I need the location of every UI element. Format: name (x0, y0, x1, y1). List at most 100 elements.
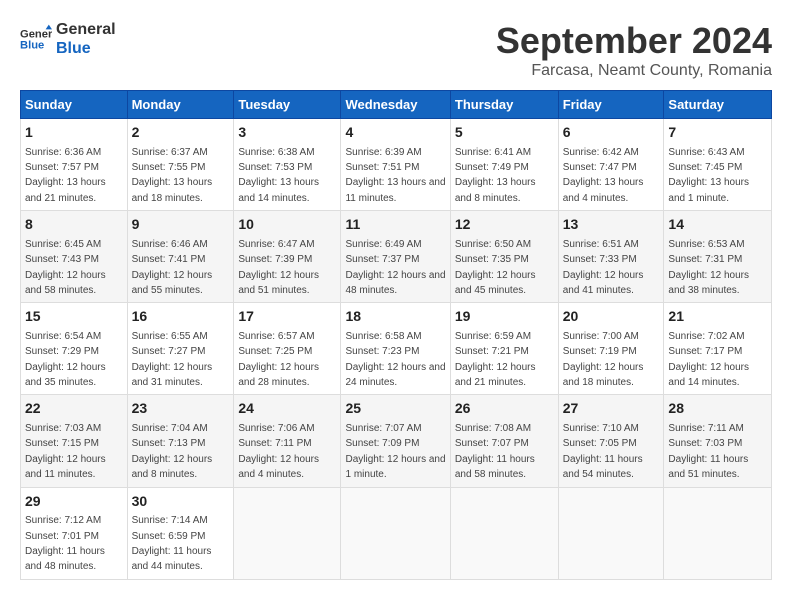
day-info: Sunrise: 6:49 AMSunset: 7:37 PMDaylight:… (345, 239, 445, 296)
calendar-cell: 21 Sunrise: 7:02 AMSunset: 7:17 PMDaylig… (664, 303, 772, 395)
day-number: 25 (345, 399, 445, 419)
calendar-cell: 15 Sunrise: 6:54 AMSunset: 7:29 PMDaylig… (21, 303, 128, 395)
day-info: Sunrise: 6:43 AMSunset: 7:45 PMDaylight:… (668, 147, 749, 204)
day-number: 11 (345, 215, 445, 235)
calendar-cell: 1 Sunrise: 6:36 AMSunset: 7:57 PMDayligh… (21, 119, 128, 211)
calendar-cell: 8 Sunrise: 6:45 AMSunset: 7:43 PMDayligh… (21, 211, 128, 303)
calendar-cell: 7 Sunrise: 6:43 AMSunset: 7:45 PMDayligh… (664, 119, 772, 211)
day-info: Sunrise: 6:47 AMSunset: 7:39 PMDaylight:… (238, 239, 319, 296)
calendar-cell: 11 Sunrise: 6:49 AMSunset: 7:37 PMDaylig… (341, 211, 450, 303)
calendar-cell: 16 Sunrise: 6:55 AMSunset: 7:27 PMDaylig… (127, 303, 234, 395)
calendar-header-saturday: Saturday (664, 91, 772, 119)
day-number: 22 (25, 399, 123, 419)
day-info: Sunrise: 7:04 AMSunset: 7:13 PMDaylight:… (132, 423, 213, 480)
calendar-cell: 12 Sunrise: 6:50 AMSunset: 7:35 PMDaylig… (450, 211, 558, 303)
day-number: 23 (132, 399, 230, 419)
calendar-cell: 10 Sunrise: 6:47 AMSunset: 7:39 PMDaylig… (234, 211, 341, 303)
day-info: Sunrise: 6:41 AMSunset: 7:49 PMDaylight:… (455, 147, 536, 204)
calendar-cell: 2 Sunrise: 6:37 AMSunset: 7:55 PMDayligh… (127, 119, 234, 211)
calendar-cell: 27 Sunrise: 7:10 AMSunset: 7:05 PMDaylig… (558, 395, 664, 487)
calendar-week-row: 22 Sunrise: 7:03 AMSunset: 7:15 PMDaylig… (21, 395, 772, 487)
day-info: Sunrise: 6:42 AMSunset: 7:47 PMDaylight:… (563, 147, 644, 204)
calendar-cell (341, 487, 450, 579)
calendar-cell: 26 Sunrise: 7:08 AMSunset: 7:07 PMDaylig… (450, 395, 558, 487)
calendar-cell: 18 Sunrise: 6:58 AMSunset: 7:23 PMDaylig… (341, 303, 450, 395)
calendar-week-row: 1 Sunrise: 6:36 AMSunset: 7:57 PMDayligh… (21, 119, 772, 211)
day-number: 3 (238, 123, 336, 143)
calendar-cell: 22 Sunrise: 7:03 AMSunset: 7:15 PMDaylig… (21, 395, 128, 487)
day-number: 9 (132, 215, 230, 235)
day-number: 14 (668, 215, 767, 235)
day-number: 28 (668, 399, 767, 419)
day-number: 26 (455, 399, 554, 419)
calendar-cell: 5 Sunrise: 6:41 AMSunset: 7:49 PMDayligh… (450, 119, 558, 211)
day-info: Sunrise: 6:38 AMSunset: 7:53 PMDaylight:… (238, 147, 319, 204)
day-number: 17 (238, 307, 336, 327)
day-info: Sunrise: 7:06 AMSunset: 7:11 PMDaylight:… (238, 423, 319, 480)
day-info: Sunrise: 7:03 AMSunset: 7:15 PMDaylight:… (25, 423, 106, 480)
day-number: 13 (563, 215, 660, 235)
day-info: Sunrise: 6:50 AMSunset: 7:35 PMDaylight:… (455, 239, 536, 296)
day-number: 15 (25, 307, 123, 327)
day-number: 10 (238, 215, 336, 235)
calendar-header-sunday: Sunday (21, 91, 128, 119)
day-info: Sunrise: 6:39 AMSunset: 7:51 PMDaylight:… (345, 147, 445, 204)
calendar-cell: 14 Sunrise: 6:53 AMSunset: 7:31 PMDaylig… (664, 211, 772, 303)
calendar-header-thursday: Thursday (450, 91, 558, 119)
day-info: Sunrise: 6:37 AMSunset: 7:55 PMDaylight:… (132, 147, 213, 204)
day-number: 6 (563, 123, 660, 143)
calendar-cell: 9 Sunrise: 6:46 AMSunset: 7:41 PMDayligh… (127, 211, 234, 303)
calendar-cell (664, 487, 772, 579)
day-info: Sunrise: 6:45 AMSunset: 7:43 PMDaylight:… (25, 239, 106, 296)
day-info: Sunrise: 6:46 AMSunset: 7:41 PMDaylight:… (132, 239, 213, 296)
calendar-header-monday: Monday (127, 91, 234, 119)
day-info: Sunrise: 7:02 AMSunset: 7:17 PMDaylight:… (668, 331, 749, 388)
logo-icon: General Blue (20, 23, 52, 55)
month-title: September 2024 (496, 20, 772, 62)
calendar-week-row: 15 Sunrise: 6:54 AMSunset: 7:29 PMDaylig… (21, 303, 772, 395)
day-info: Sunrise: 6:59 AMSunset: 7:21 PMDaylight:… (455, 331, 536, 388)
day-info: Sunrise: 6:51 AMSunset: 7:33 PMDaylight:… (563, 239, 644, 296)
day-number: 21 (668, 307, 767, 327)
calendar-cell: 29 Sunrise: 7:12 AMSunset: 7:01 PMDaylig… (21, 487, 128, 579)
day-info: Sunrise: 6:53 AMSunset: 7:31 PMDaylight:… (668, 239, 749, 296)
svg-text:Blue: Blue (20, 40, 44, 52)
day-number: 27 (563, 399, 660, 419)
day-info: Sunrise: 7:00 AMSunset: 7:19 PMDaylight:… (563, 331, 644, 388)
day-number: 24 (238, 399, 336, 419)
calendar-cell: 25 Sunrise: 7:07 AMSunset: 7:09 PMDaylig… (341, 395, 450, 487)
calendar-cell: 13 Sunrise: 6:51 AMSunset: 7:33 PMDaylig… (558, 211, 664, 303)
location-title: Farcasa, Neamt County, Romania (496, 62, 772, 80)
calendar-week-row: 8 Sunrise: 6:45 AMSunset: 7:43 PMDayligh… (21, 211, 772, 303)
day-info: Sunrise: 7:10 AMSunset: 7:05 PMDaylight:… (563, 423, 643, 480)
calendar-cell (234, 487, 341, 579)
calendar-header-tuesday: Tuesday (234, 91, 341, 119)
day-number: 8 (25, 215, 123, 235)
day-info: Sunrise: 6:57 AMSunset: 7:25 PMDaylight:… (238, 331, 319, 388)
day-info: Sunrise: 7:08 AMSunset: 7:07 PMDaylight:… (455, 423, 535, 480)
calendar-header-friday: Friday (558, 91, 664, 119)
calendar-cell (558, 487, 664, 579)
day-number: 4 (345, 123, 445, 143)
day-number: 2 (132, 123, 230, 143)
day-number: 7 (668, 123, 767, 143)
day-number: 20 (563, 307, 660, 327)
calendar-cell: 19 Sunrise: 6:59 AMSunset: 7:21 PMDaylig… (450, 303, 558, 395)
calendar-header-wednesday: Wednesday (341, 91, 450, 119)
day-number: 5 (455, 123, 554, 143)
day-number: 29 (25, 492, 123, 512)
day-info: Sunrise: 6:36 AMSunset: 7:57 PMDaylight:… (25, 147, 106, 204)
day-info: Sunrise: 6:58 AMSunset: 7:23 PMDaylight:… (345, 331, 445, 388)
calendar-cell: 20 Sunrise: 7:00 AMSunset: 7:19 PMDaylig… (558, 303, 664, 395)
day-number: 30 (132, 492, 230, 512)
day-number: 16 (132, 307, 230, 327)
day-info: Sunrise: 7:14 AMSunset: 6:59 PMDaylight:… (132, 515, 212, 572)
day-number: 1 (25, 123, 123, 143)
calendar-header-row: SundayMondayTuesdayWednesdayThursdayFrid… (21, 91, 772, 119)
calendar-body: 1 Sunrise: 6:36 AMSunset: 7:57 PMDayligh… (21, 119, 772, 580)
calendar-week-row: 29 Sunrise: 7:12 AMSunset: 7:01 PMDaylig… (21, 487, 772, 579)
calendar-cell: 3 Sunrise: 6:38 AMSunset: 7:53 PMDayligh… (234, 119, 341, 211)
calendar-cell: 6 Sunrise: 6:42 AMSunset: 7:47 PMDayligh… (558, 119, 664, 211)
day-info: Sunrise: 6:55 AMSunset: 7:27 PMDaylight:… (132, 331, 213, 388)
calendar-cell: 23 Sunrise: 7:04 AMSunset: 7:13 PMDaylig… (127, 395, 234, 487)
